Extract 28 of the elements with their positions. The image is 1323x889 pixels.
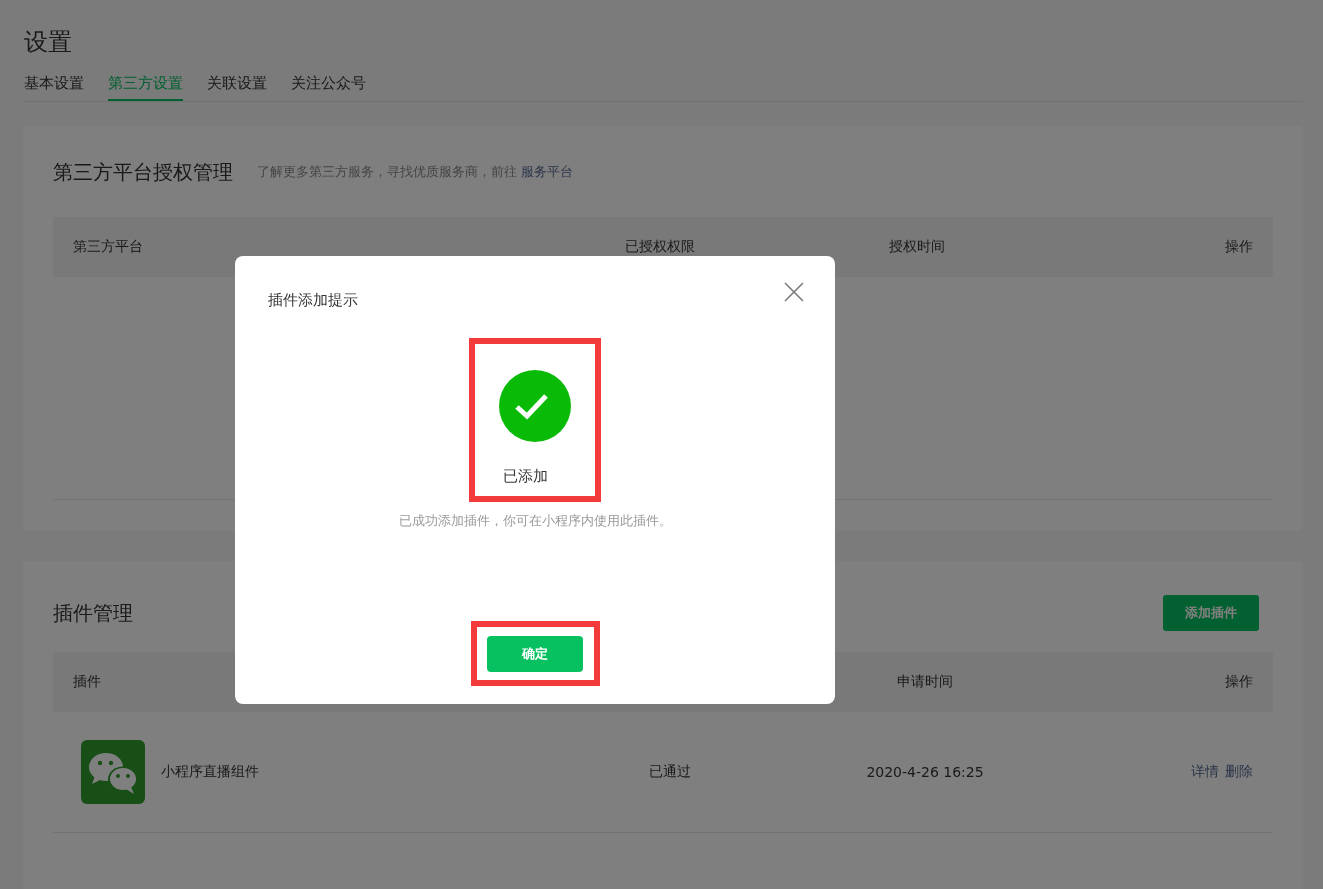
action-link[interactable]: 详情 [1191, 763, 1219, 781]
column-header: 操作 [1225, 238, 1253, 254]
tab[interactable]: 基本设置 [24, 72, 84, 101]
chat-bubbles-icon [81, 740, 145, 804]
result-message: 已成功添加插件，你可在小程序内使用此插件。 [398, 512, 672, 530]
column-header: 授权时间 [889, 238, 945, 254]
close-icon[interactable] [784, 282, 804, 302]
page-title: 设置 [24, 27, 73, 58]
tab[interactable]: 关联设置 [207, 72, 267, 101]
column-header: 已授权权限 [625, 238, 695, 254]
success-check-icon [499, 370, 571, 442]
add-plugin-button[interactable]: 添加插件 [1163, 595, 1259, 631]
result-text: 已添加 [502, 467, 548, 486]
status-text: 已通过 [649, 763, 691, 779]
apply-time: 2020-4-26 16:25 [866, 764, 984, 780]
plugin-name: 小程序直播组件 [161, 763, 259, 781]
tab[interactable]: 第三方设置 [108, 72, 183, 101]
column-header: 插件 [73, 673, 101, 689]
platform-link[interactable]: 服务平台 [521, 164, 574, 179]
dialog-title: 插件添加提示 [268, 290, 358, 311]
confirm-button[interactable]: 确定 [487, 635, 583, 672]
column-header: 操作 [1225, 673, 1253, 689]
action-link[interactable]: 删除 [1225, 763, 1253, 781]
tab[interactable]: 关注公众号 [291, 72, 366, 101]
column-header: 第三方平台 [73, 238, 143, 254]
column-header: 申请时间 [897, 673, 953, 689]
section-title: 插件管理 [53, 599, 133, 627]
section-title: 第三方平台授权管理 [53, 158, 233, 186]
